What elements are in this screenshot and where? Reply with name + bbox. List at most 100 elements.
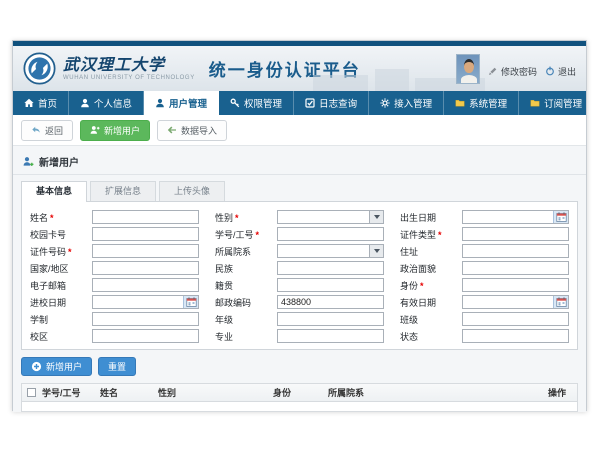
back-arrow-icon — [31, 125, 41, 135]
department-select-value[interactable] — [278, 245, 369, 257]
field-class: 班级 — [400, 312, 569, 326]
email-input[interactable] — [93, 279, 198, 291]
nav-label: 用户管理 — [169, 96, 207, 110]
submit-add-user-button[interactable]: 新增用户 — [21, 357, 92, 376]
required-mark: * — [235, 213, 239, 223]
field-label: 证件号码 — [30, 247, 66, 257]
field-department: 所属院系 — [215, 244, 384, 258]
tab-extended-info[interactable]: 扩展信息 — [90, 181, 156, 201]
nav-label: 接入管理 — [394, 96, 432, 110]
major-input[interactable] — [278, 330, 383, 342]
status-input[interactable] — [463, 330, 568, 342]
campus-input[interactable] — [93, 330, 198, 342]
nav-label: 系统管理 — [469, 96, 507, 110]
class-input[interactable] — [463, 313, 568, 325]
valid-date-input[interactable] — [463, 296, 553, 308]
gender-select-value[interactable] — [278, 211, 369, 223]
toolbar: 返回 新增用户 数据导入 — [13, 115, 586, 146]
field-campus-card: 校园卡号 — [30, 227, 199, 241]
user-table-empty-body — [22, 402, 577, 411]
calendar-icon[interactable] — [553, 211, 568, 223]
field-country-region: 国家/地区 — [30, 261, 199, 275]
gender-select[interactable] — [277, 210, 384, 224]
col-operations: 操作 — [546, 386, 577, 399]
app-window: 武汉理工大学 WUHAN UNIVERSITY OF TECHNOLOGY 统一… — [12, 40, 587, 411]
student-id-input[interactable] — [278, 228, 383, 240]
col-name: 姓名 — [98, 386, 156, 399]
calendar-icon[interactable] — [553, 296, 568, 308]
identity-input[interactable] — [463, 279, 568, 291]
form-actions: 新增用户 重置 — [21, 357, 578, 376]
field-campus: 校区 — [30, 329, 199, 343]
col-student-id: 学号/工号 — [40, 386, 98, 399]
field-label: 状态 — [400, 332, 418, 342]
country-region-input[interactable] — [93, 262, 198, 274]
key-icon — [230, 98, 240, 108]
nav-user-management[interactable]: 用户管理 — [144, 91, 219, 115]
chevron-down-icon[interactable] — [369, 245, 383, 257]
study-length-input[interactable] — [93, 313, 198, 325]
field-student-id: 学号/工号* — [215, 227, 384, 241]
nav-log-query[interactable]: 日志查询 — [294, 91, 369, 115]
birth-date-input[interactable] — [463, 211, 553, 223]
ethnicity-input[interactable] — [278, 262, 383, 274]
field-label: 班级 — [400, 315, 418, 325]
submit-add-user-label: 新增用户 — [46, 360, 82, 373]
logout-link[interactable]: 退出 — [545, 65, 576, 84]
chevron-down-icon[interactable] — [369, 211, 383, 223]
data-import-button[interactable]: 数据导入 — [157, 120, 227, 141]
university-name-en: WUHAN UNIVERSITY OF TECHNOLOGY — [63, 75, 195, 81]
native-place-input[interactable] — [278, 279, 383, 291]
id-number-input[interactable] — [93, 245, 198, 257]
political-status-input[interactable] — [463, 262, 568, 274]
nav-permission-management[interactable]: 权限管理 — [219, 91, 294, 115]
nav-access-management[interactable]: 接入管理 — [369, 91, 444, 115]
section-title: 新增用户 — [39, 154, 79, 169]
nav-personal-info[interactable]: 个人信息 — [69, 91, 144, 115]
enroll-date-input[interactable] — [93, 296, 183, 308]
field-label: 电子邮箱 — [30, 281, 66, 291]
building-watermark — [313, 75, 368, 91]
change-password-link[interactable]: 修改密码 — [488, 65, 537, 84]
form-row: 校区 专业 状态 — [30, 329, 569, 343]
logout-label: 退出 — [558, 65, 576, 78]
section-header: 新增用户 — [13, 150, 586, 175]
id-type-input[interactable] — [463, 228, 568, 240]
back-label: 返回 — [45, 124, 63, 137]
tab-upload-avatar[interactable]: 上传头像 — [159, 181, 225, 201]
select-all-checkbox[interactable] — [27, 388, 36, 397]
postal-code-input[interactable] — [278, 296, 383, 308]
add-user-toolbar-button[interactable]: 新增用户 — [80, 120, 150, 141]
grade-input[interactable] — [278, 313, 383, 325]
field-status: 状态 — [400, 329, 569, 343]
field-label: 邮政编码 — [215, 298, 251, 308]
field-label: 证件类型 — [400, 230, 436, 240]
field-gender: 性别* — [215, 210, 384, 224]
nav-label: 首页 — [38, 96, 57, 110]
change-password-label: 修改密码 — [501, 65, 537, 78]
field-id-number: 证件号码* — [30, 244, 199, 258]
field-label: 所属院系 — [215, 247, 251, 257]
field-grade: 年级 — [215, 312, 384, 326]
campus-card-input[interactable] — [93, 228, 198, 240]
field-major: 专业 — [215, 329, 384, 343]
reset-button[interactable]: 重置 — [98, 357, 136, 376]
back-button[interactable]: 返回 — [21, 120, 73, 141]
department-select[interactable] — [277, 244, 384, 258]
field-label: 姓名 — [30, 213, 48, 223]
field-label: 籍贯 — [215, 281, 233, 291]
tab-basic-info[interactable]: 基本信息 — [21, 181, 87, 202]
required-mark: * — [256, 230, 260, 240]
form-row: 电子邮箱 籍贯 身份* — [30, 278, 569, 292]
address-input[interactable] — [463, 245, 568, 257]
calendar-icon[interactable] — [183, 296, 198, 308]
nav-system-management[interactable]: 系统管理 — [444, 91, 519, 115]
name-input[interactable] — [93, 211, 198, 223]
gear-icon — [380, 98, 390, 108]
field-label: 住址 — [400, 247, 418, 257]
nav-home[interactable]: 首页 — [13, 91, 69, 115]
nav-subscription-management[interactable]: 订阅管理 — [519, 91, 594, 115]
field-enroll-date: 进校日期 — [30, 295, 199, 309]
plus-circle-icon — [31, 361, 42, 372]
col-department: 所属院系 — [326, 386, 546, 399]
